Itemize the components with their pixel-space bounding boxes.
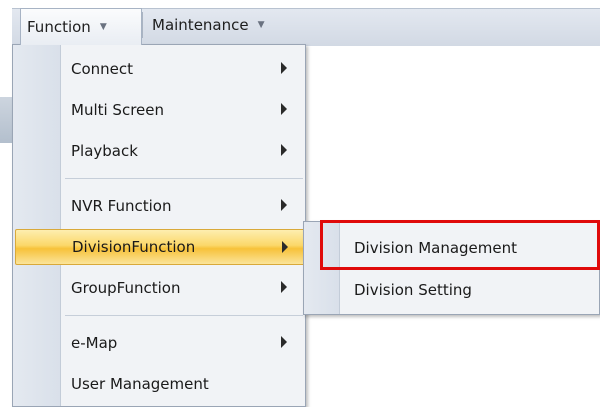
chevron-down-icon: ▼	[99, 22, 107, 32]
menu-item-connect[interactable]: Connect	[15, 51, 303, 87]
menu-item-division-function[interactable]: DivisionFunction	[15, 229, 305, 265]
menu-item-label: Multi Screen	[71, 101, 165, 119]
submenu-arrow-icon	[281, 336, 287, 348]
menu-separator	[65, 315, 303, 316]
menu-item-label: Connect	[71, 60, 134, 78]
division-submenu: Division Management Division Setting	[303, 221, 600, 315]
function-dropdown: Connect Multi Screen Playback NVR Functi…	[12, 44, 306, 407]
menu-item-playback[interactable]: Playback	[15, 133, 303, 169]
submenu-arrow-icon	[281, 281, 287, 293]
menu-item-label: User Management	[71, 375, 209, 393]
submenu-item-label: Division Setting	[354, 281, 472, 299]
submenu-arrow-icon	[282, 241, 288, 253]
menu-item-e-map[interactable]: e-Map	[15, 325, 303, 361]
submenu-item-division-setting[interactable]: Division Setting	[340, 272, 600, 308]
menu-item-group-function[interactable]: GroupFunction	[15, 270, 303, 306]
menu-maintenance-label: Maintenance	[152, 16, 249, 34]
menu-item-nvr-function[interactable]: NVR Function	[15, 188, 303, 224]
menu-item-label: NVR Function	[71, 197, 172, 215]
submenu-arrow-icon	[281, 62, 287, 74]
menu-separator	[65, 178, 303, 179]
chevron-down-icon: ▼	[257, 20, 265, 30]
submenu-item-label: Division Management	[354, 239, 518, 257]
menu-item-label: GroupFunction	[71, 279, 181, 297]
submenu-arrow-icon	[281, 199, 287, 211]
menu-bar: Function ▼ Maintenance ▼	[0, 0, 600, 46]
menu-item-label: e-Map	[71, 334, 118, 352]
submenu-arrow-icon	[281, 144, 287, 156]
menu-item-multi-screen[interactable]: Multi Screen	[15, 92, 303, 128]
menu-item-user-management[interactable]: User Management	[15, 366, 303, 402]
menu-function[interactable]: Function ▼	[20, 8, 142, 45]
menu-maintenance[interactable]: Maintenance ▼	[146, 10, 271, 40]
submenu-icon-gutter	[304, 222, 340, 314]
menu-separator	[142, 12, 143, 38]
menu-item-label: Playback	[71, 142, 138, 160]
menu-function-label: Function	[27, 18, 91, 36]
submenu-arrow-icon	[281, 103, 287, 115]
submenu-item-division-management[interactable]: Division Management	[340, 230, 600, 266]
menu-item-label: DivisionFunction	[72, 238, 196, 256]
